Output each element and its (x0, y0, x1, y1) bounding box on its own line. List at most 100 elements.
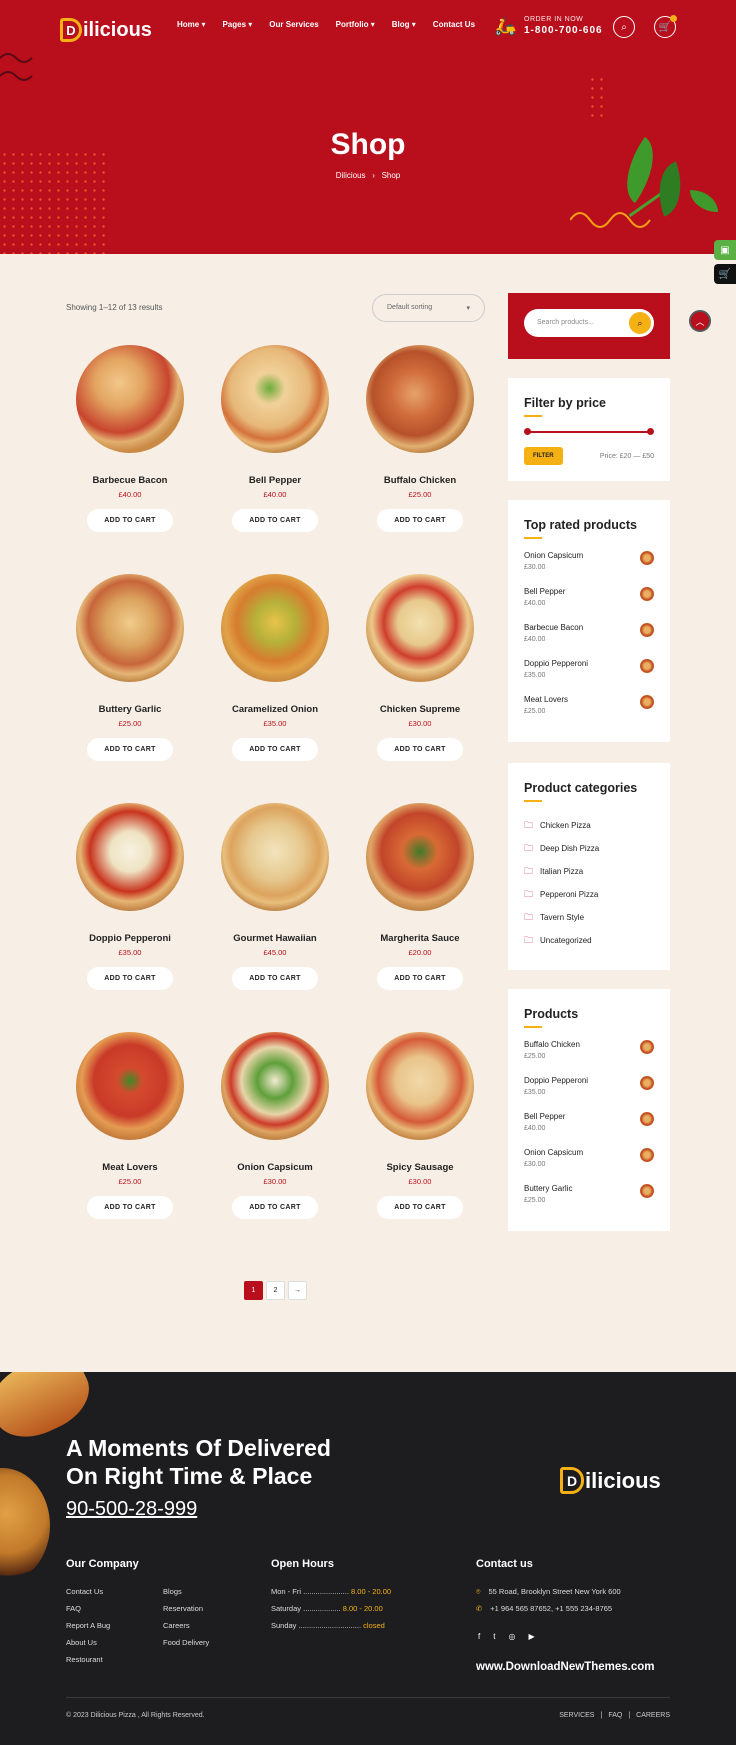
footer-nav-services[interactable]: SERVICES (559, 1712, 594, 1719)
item-name[interactable]: Bell Pepper (524, 1112, 565, 1121)
add-to-cart-button[interactable]: ADD TO CART (232, 1196, 318, 1219)
add-to-cart-button[interactable]: ADD TO CART (87, 738, 173, 761)
list-item[interactable]: Buttery Garlic £25.00 (524, 1184, 654, 1220)
product-image[interactable] (76, 574, 184, 682)
add-to-cart-button[interactable]: ADD TO CART (232, 509, 318, 532)
list-item[interactable]: Bell Pepper £40.00 (524, 1112, 654, 1148)
nav-blog[interactable]: Blog ▾ (392, 20, 416, 29)
product-name[interactable]: Caramelized Onion (205, 704, 345, 715)
item-name[interactable]: Bell Pepper (524, 587, 565, 596)
product-image[interactable] (366, 574, 474, 682)
product-name[interactable]: Chicken Supreme (350, 704, 490, 715)
youtube-icon[interactable]: ▶ (528, 1632, 534, 1641)
page-2[interactable]: 2 (266, 1281, 285, 1300)
footer-link[interactable]: Report A Bug (66, 1621, 110, 1630)
website-link[interactable]: www.DownloadNewThemes.com (476, 1661, 655, 1673)
footer-link[interactable]: Food Delivery (163, 1638, 209, 1647)
footer-link[interactable]: FAQ (66, 1604, 81, 1613)
product-image[interactable] (221, 345, 329, 453)
item-thumbnail[interactable] (640, 1184, 654, 1198)
item-name[interactable]: Buttery Garlic (524, 1184, 572, 1193)
product-image[interactable] (76, 803, 184, 911)
footer-link[interactable]: Careers (163, 1621, 190, 1630)
footer-nav-careers[interactable]: CAREERS (636, 1712, 670, 1719)
product-name[interactable]: Spicy Sausage (350, 1162, 490, 1173)
instagram-icon[interactable]: ◎ (508, 1632, 515, 1641)
phones-text[interactable]: +1 964 565 87652, +1 555 234-8765 (490, 1604, 612, 1613)
product-name[interactable]: Buffalo Chicken (350, 475, 490, 486)
add-to-cart-button[interactable]: ADD TO CART (377, 1196, 463, 1219)
cart-button[interactable]: 🛒 (654, 15, 677, 38)
product-image[interactable] (221, 1032, 329, 1140)
product-image[interactable] (366, 803, 474, 911)
slider-max-handle[interactable] (647, 428, 654, 435)
product-image[interactable] (76, 1032, 184, 1140)
product-name[interactable]: Meat Lovers (60, 1162, 200, 1173)
footer-link[interactable]: Reservation (163, 1604, 203, 1613)
category-link[interactable]: 🗀 Deep Dish Pizza (524, 837, 654, 860)
footer-link[interactable]: Contact Us (66, 1587, 103, 1596)
category-link[interactable]: 🗀 Chicken Pizza (524, 814, 654, 837)
list-item[interactable]: Barbecue Bacon £40.00 (524, 623, 654, 659)
side-demo-button[interactable]: ▣ (714, 240, 736, 260)
list-item[interactable]: Doppio Pepperoni £35.00 (524, 1076, 654, 1112)
twitter-icon[interactable]: t (493, 1632, 495, 1641)
add-to-cart-button[interactable]: ADD TO CART (232, 738, 318, 761)
product-image[interactable] (76, 345, 184, 453)
list-item[interactable]: Meat Lovers £25.00 (524, 695, 654, 731)
category-link[interactable]: 🗀 Tavern Style (524, 906, 654, 929)
product-name[interactable]: Onion Capsicum (205, 1162, 345, 1173)
item-thumbnail[interactable] (640, 1040, 654, 1054)
order-now[interactable]: 🛵 ORDER IN NOW 1-800-700-606 (494, 15, 603, 37)
slider-min-handle[interactable] (524, 428, 531, 435)
search-input[interactable]: Search products... ⌕ (524, 309, 654, 337)
item-thumbnail[interactable] (640, 1112, 654, 1126)
item-thumbnail[interactable] (640, 659, 654, 673)
product-image[interactable] (221, 574, 329, 682)
sort-select[interactable]: Default sorting ▾ (372, 294, 485, 322)
price-slider[interactable] (524, 427, 654, 437)
list-item[interactable]: Buffalo Chicken £25.00 (524, 1040, 654, 1076)
filter-button[interactable]: FILTER (524, 447, 563, 465)
order-phone[interactable]: 1-800-700-606 (524, 25, 603, 36)
category-link[interactable]: 🗀 Pepperoni Pizza (524, 883, 654, 906)
add-to-cart-button[interactable]: ADD TO CART (377, 509, 463, 532)
product-name[interactable]: Bell Pepper (205, 475, 345, 486)
footer-link[interactable]: Blogs (163, 1587, 182, 1596)
facebook-icon[interactable]: f (478, 1632, 480, 1641)
product-name[interactable]: Margherita Sauce (350, 933, 490, 944)
nav-pages[interactable]: Pages ▾ (222, 20, 252, 29)
item-thumbnail[interactable] (640, 1076, 654, 1090)
footer-nav-faq[interactable]: FAQ (608, 1712, 622, 1719)
item-thumbnail[interactable] (640, 623, 654, 637)
item-thumbnail[interactable] (640, 587, 654, 601)
item-name[interactable]: Doppio Pepperoni (524, 1076, 588, 1085)
footer-link[interactable]: About Us (66, 1638, 97, 1647)
nav-home[interactable]: Home ▾ (177, 20, 205, 29)
product-name[interactable]: Doppio Pepperoni (60, 933, 200, 944)
add-to-cart-button[interactable]: ADD TO CART (87, 967, 173, 990)
list-item[interactable]: Doppio Pepperoni £35.00 (524, 659, 654, 695)
list-item[interactable]: Bell Pepper £40.00 (524, 587, 654, 623)
product-image[interactable] (221, 803, 329, 911)
item-thumbnail[interactable] (640, 1148, 654, 1162)
product-image[interactable] (366, 345, 474, 453)
list-item[interactable]: Onion Capsicum £30.00 (524, 1148, 654, 1184)
scroll-top-button[interactable]: ︿ (689, 310, 711, 332)
item-name[interactable]: Meat Lovers (524, 695, 568, 704)
category-link[interactable]: 🗀 Italian Pizza (524, 860, 654, 883)
breadcrumb-home[interactable]: Dilicious (336, 171, 366, 180)
site-logo[interactable]: Dilicious (60, 15, 152, 45)
item-thumbnail[interactable] (640, 551, 654, 565)
item-thumbnail[interactable] (640, 695, 654, 709)
add-to-cart-button[interactable]: ADD TO CART (377, 738, 463, 761)
footer-logo[interactable]: Dilicious (560, 1467, 661, 1494)
list-item[interactable]: Onion Capsicum £30.00 (524, 551, 654, 587)
nav-contact-us[interactable]: Contact Us (433, 20, 475, 29)
page-next[interactable]: → (288, 1281, 307, 1300)
item-name[interactable]: Doppio Pepperoni (524, 659, 588, 668)
add-to-cart-button[interactable]: ADD TO CART (377, 967, 463, 990)
nav-our-services[interactable]: Our Services (269, 20, 318, 29)
add-to-cart-button[interactable]: ADD TO CART (87, 1196, 173, 1219)
item-name[interactable]: Onion Capsicum (524, 1148, 583, 1157)
